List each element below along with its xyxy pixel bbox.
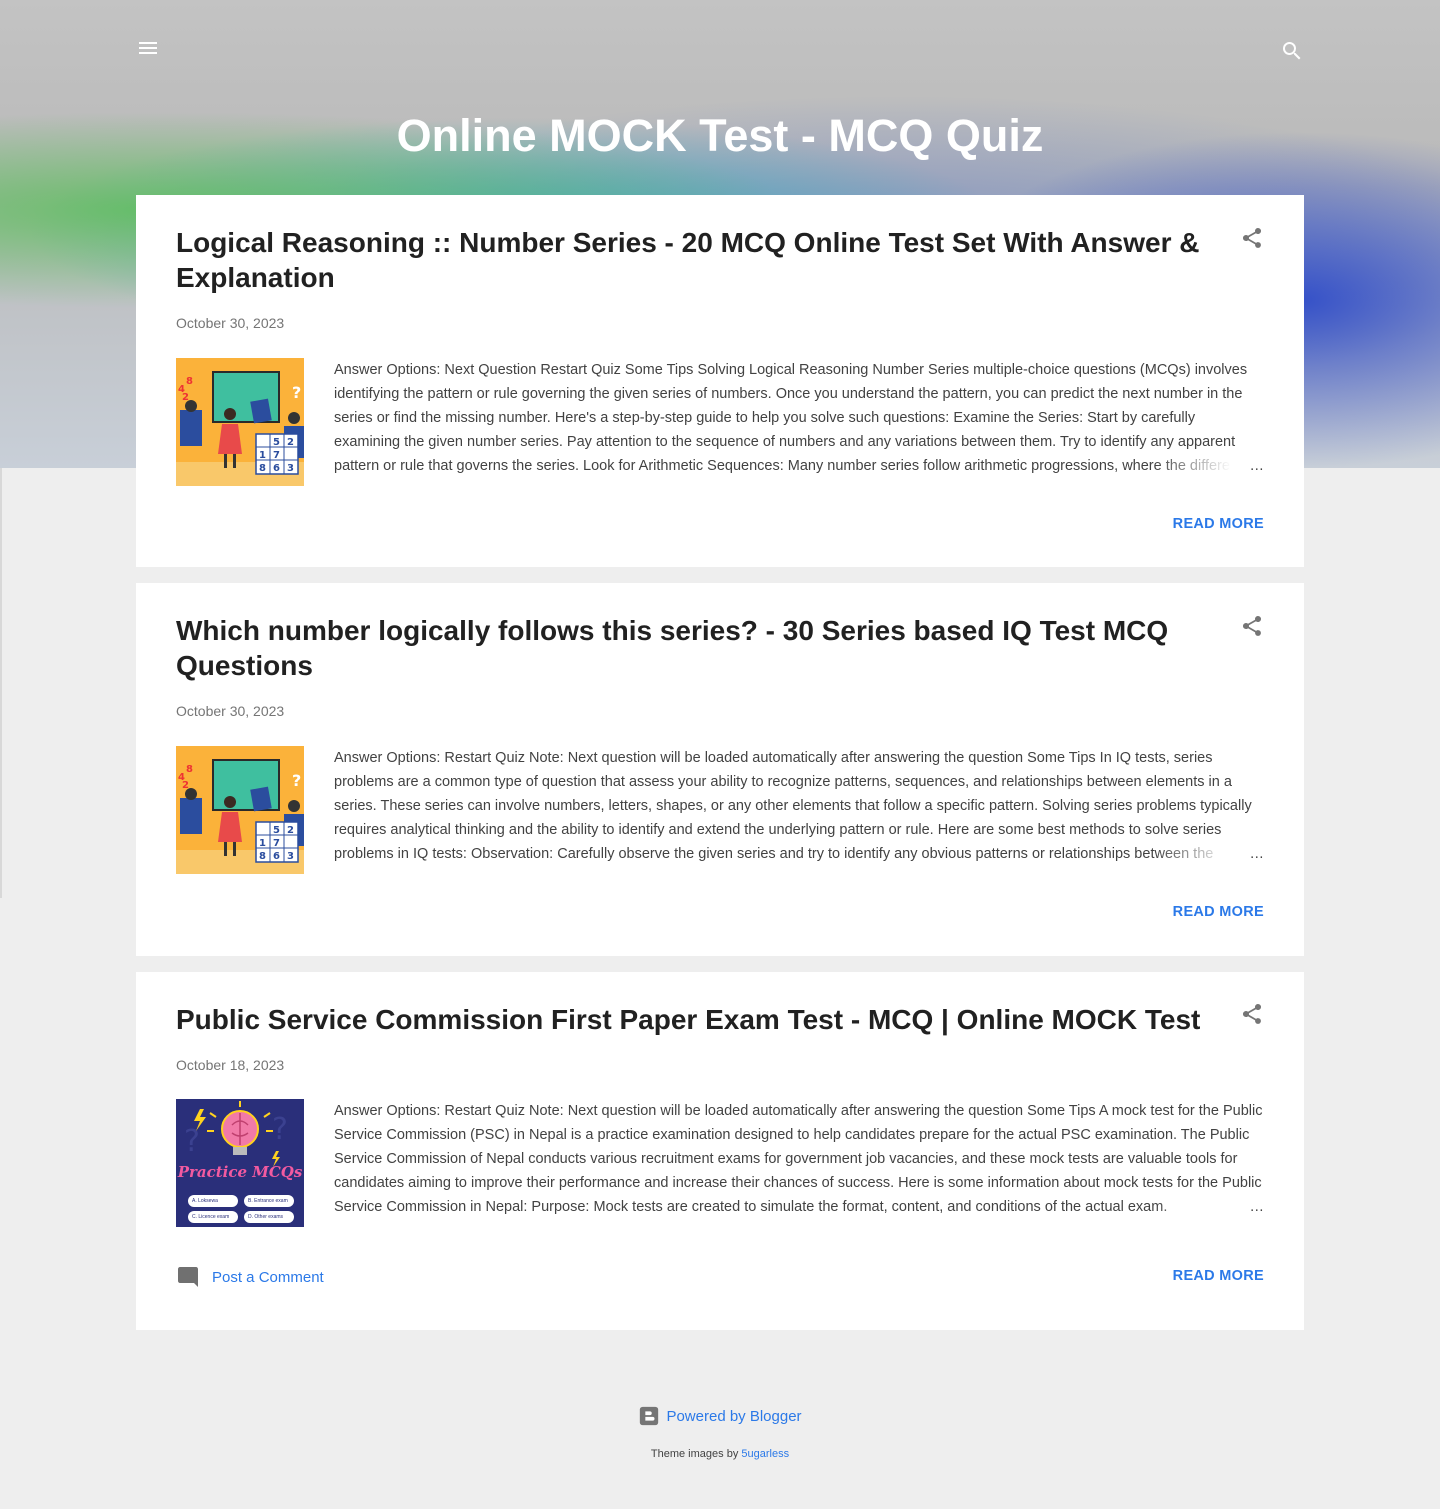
svg-text:8: 8 — [259, 463, 266, 474]
svg-text:5: 5 — [273, 437, 280, 448]
svg-text:?: ? — [292, 771, 301, 790]
snippet-ellipsis: … — [1154, 1195, 1264, 1219]
svg-text:?: ? — [184, 1124, 200, 1159]
svg-text:8: 8 — [186, 764, 193, 775]
svg-text:5: 5 — [273, 825, 280, 836]
share-icon[interactable] — [1240, 614, 1264, 638]
menu-icon[interactable] — [136, 36, 160, 60]
post-thumbnail[interactable]: 4 8 2 ? 52 17 863 — [176, 746, 304, 874]
post-snippet[interactable]: Answer Options: Restart Quiz Note: Next … — [334, 746, 1264, 866]
post-snippet-text: Answer Options: Restart Quiz Note: Next … — [334, 1103, 1263, 1215]
powered-by-blogger[interactable]: Powered by Blogger — [0, 1405, 1440, 1427]
svg-text:7: 7 — [273, 450, 280, 461]
svg-text:1: 1 — [259, 450, 266, 461]
svg-text:7: 7 — [273, 838, 280, 849]
blogger-logo-icon — [638, 1405, 660, 1427]
svg-text:2: 2 — [287, 437, 294, 448]
post-comment-label: Post a Comment — [212, 1268, 324, 1286]
thumbnail-heading: Practice MCQs — [177, 1163, 303, 1181]
post-comment-link[interactable]: Post a Comment — [176, 1265, 324, 1289]
svg-text:?: ? — [272, 1112, 288, 1147]
post-title[interactable]: Public Service Commission First Paper Ex… — [176, 1002, 1216, 1037]
post-card: Which number logically follows this seri… — [136, 583, 1304, 956]
svg-text:6: 6 — [273, 851, 280, 862]
svg-text:?: ? — [292, 383, 301, 402]
post-snippet-text: Answer Options: Restart Quiz Note: Next … — [334, 750, 1252, 862]
thumbnail-chip: A. Loksewa — [188, 1195, 238, 1207]
svg-text:3: 3 — [287, 463, 294, 474]
svg-text:3: 3 — [287, 851, 294, 862]
svg-text:8: 8 — [259, 851, 266, 862]
post-title[interactable]: Which number logically follows this seri… — [176, 613, 1216, 683]
thumbnail-chip: D. Other exams — [244, 1211, 294, 1223]
svg-text:2: 2 — [287, 825, 294, 836]
comment-icon — [176, 1265, 200, 1289]
theme-credit: Theme images by 5ugarless — [0, 1448, 1440, 1460]
blog-title[interactable]: Online MOCK Test - MCQ Quiz — [0, 108, 1440, 164]
thumbnail-chip: C. Licence exam — [188, 1211, 238, 1223]
post-thumbnail[interactable]: 4 8 2 ? 52 17 863 — [176, 358, 304, 486]
read-more-link[interactable]: READ MORE — [1173, 904, 1264, 920]
powered-by-label: Powered by Blogger — [666, 1407, 802, 1425]
svg-text:6: 6 — [273, 463, 280, 474]
svg-text:8: 8 — [186, 376, 193, 387]
post-thumbnail[interactable]: ? ? Practice MCQs A. Loksewa B. Entrance… — [176, 1099, 304, 1227]
snippet-ellipsis: … — [1154, 842, 1264, 866]
post-title[interactable]: Logical Reasoning :: Number Series - 20 … — [176, 225, 1216, 295]
post-snippet[interactable]: Answer Options: Restart Quiz Note: Next … — [334, 1099, 1264, 1219]
thumbnail-chip: B. Entrance exam — [244, 1195, 294, 1207]
post-date[interactable]: October 30, 2023 — [176, 313, 284, 333]
post-date[interactable]: October 18, 2023 — [176, 1055, 284, 1075]
share-icon[interactable] — [1240, 226, 1264, 250]
post-card: Public Service Commission First Paper Ex… — [136, 972, 1304, 1330]
svg-text:1: 1 — [259, 838, 266, 849]
header-shadow-strip — [0, 468, 2, 898]
snippet-ellipsis: … — [1154, 454, 1264, 478]
post-card: Logical Reasoning :: Number Series - 20 … — [136, 195, 1304, 567]
theme-credit-prefix: Theme images by — [650, 1448, 739, 1460]
theme-credit-author[interactable]: 5ugarless — [741, 1448, 789, 1460]
post-snippet[interactable]: Answer Options: Next Question Restart Qu… — [334, 358, 1264, 478]
post-snippet-text: Answer Options: Next Question Restart Qu… — [334, 362, 1253, 474]
read-more-link[interactable]: READ MORE — [1173, 1268, 1264, 1284]
post-date[interactable]: October 30, 2023 — [176, 701, 284, 721]
share-icon[interactable] — [1240, 1002, 1264, 1026]
search-icon[interactable] — [1280, 39, 1304, 63]
read-more-link[interactable]: READ MORE — [1173, 516, 1264, 532]
